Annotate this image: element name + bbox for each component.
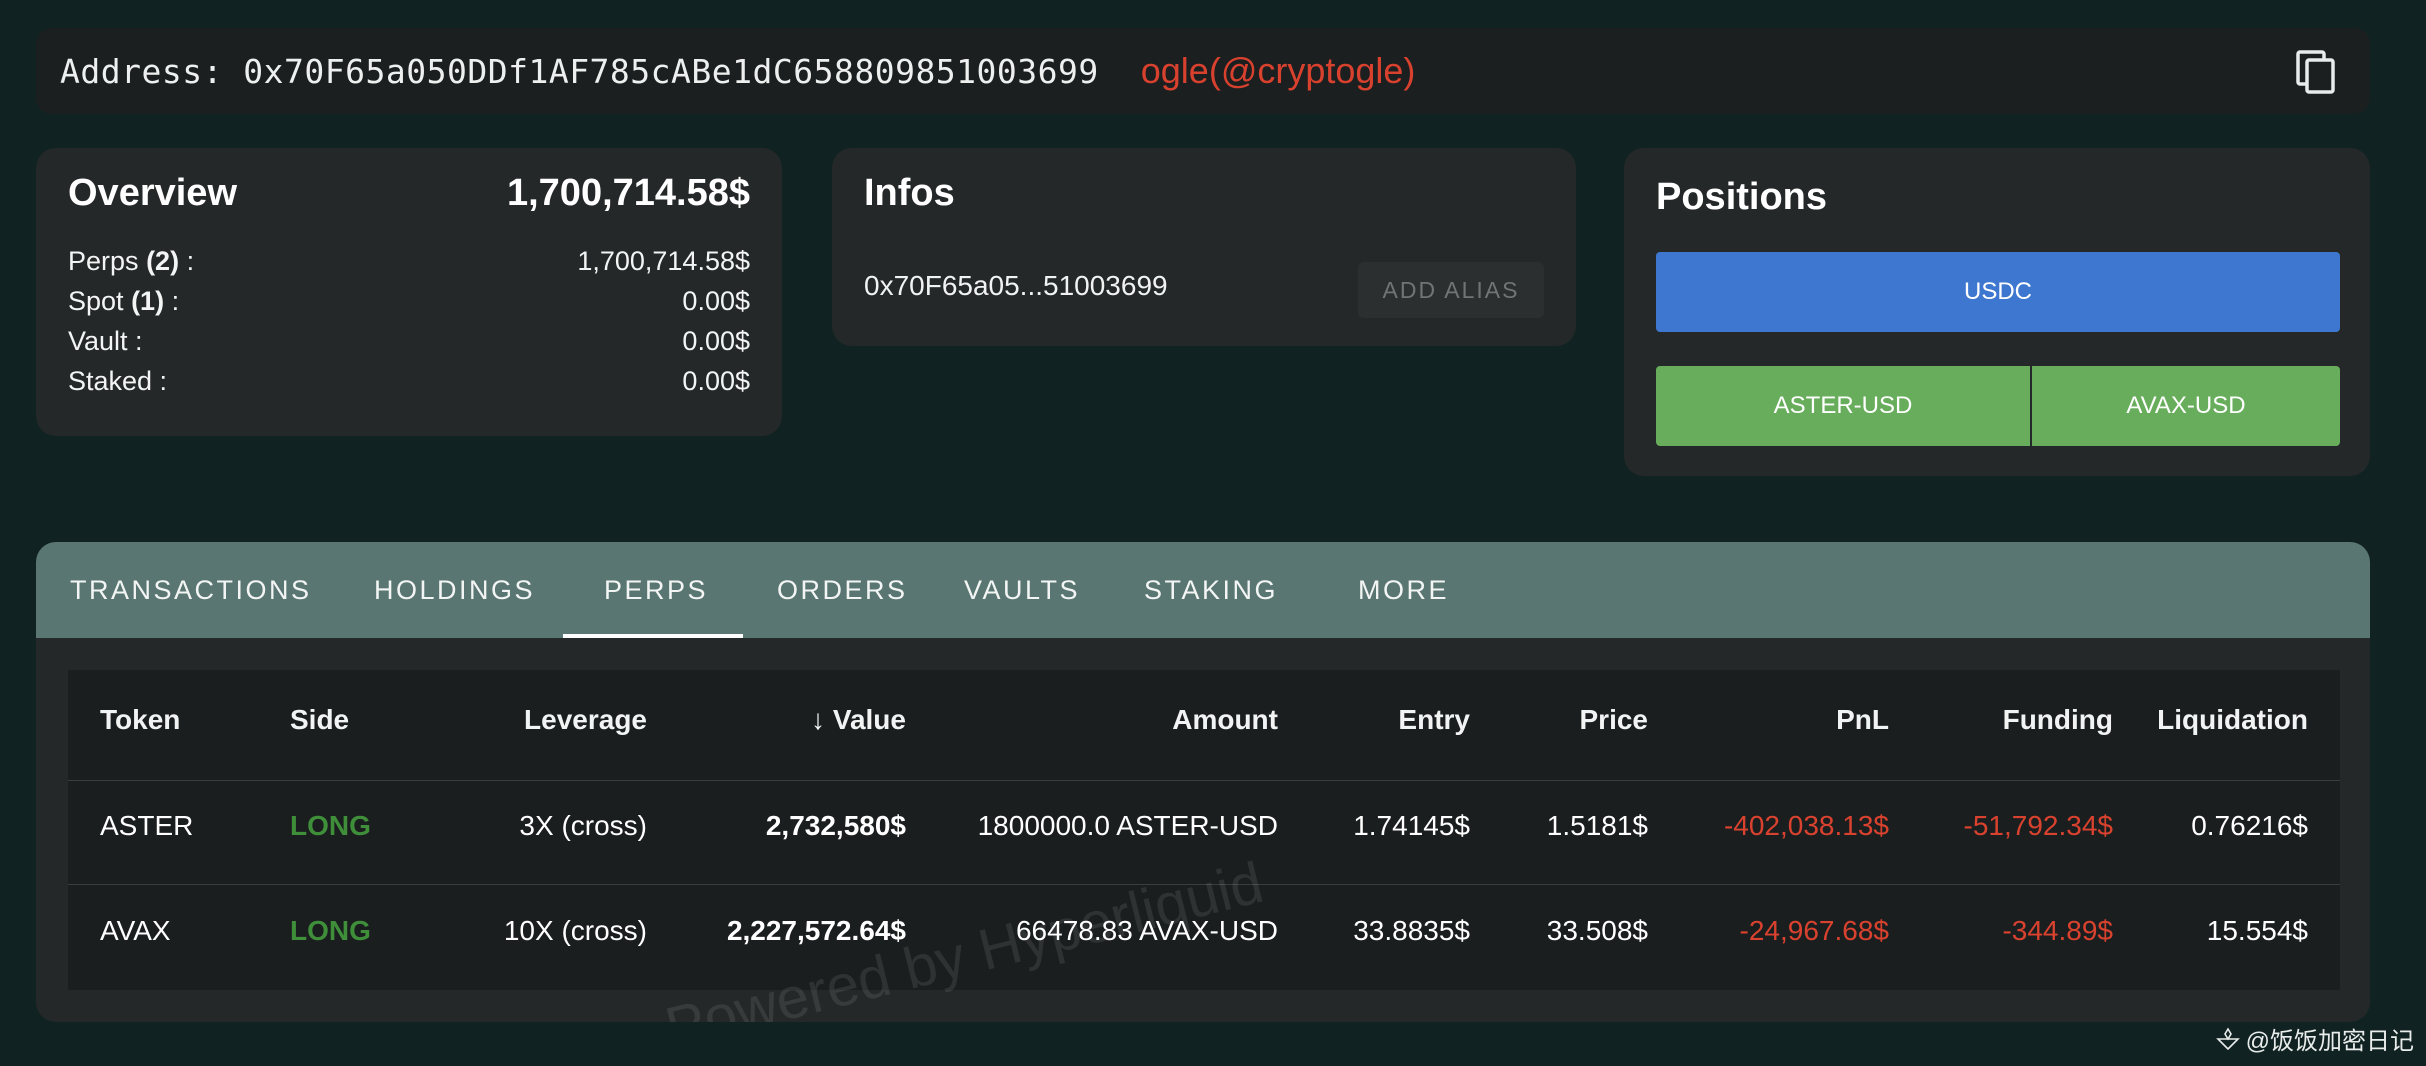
cell-value: 2,227,572.64$ <box>726 915 906 946</box>
cell-funding: -51,792.34$ <box>1963 810 2113 841</box>
perps-table: Token Side Leverage ↓ Value Amount Entry… <box>68 670 2340 1022</box>
row-divider <box>68 780 2340 781</box>
diamond-logo-icon <box>2215 1026 2240 1050</box>
row-value: 1,700,714.58$ <box>577 246 750 276</box>
cell-funding: -344.89$ <box>2002 915 2113 946</box>
cell-side: LONG <box>290 915 371 946</box>
short-address: 0x70F65a05...51003699 <box>864 270 1168 301</box>
cell-token: ASTER <box>100 810 194 841</box>
infos-title: Infos <box>864 172 955 214</box>
tab-more[interactable]: MORE <box>1358 542 1449 638</box>
corner-watermark: @饭饭加密日记 <box>2215 1021 2414 1056</box>
main-panel: TRANSACTIONS HOLDINGS PERPS ORDERS VAULT… <box>36 542 2370 1022</box>
position-usdc-button[interactable]: USDC <box>1656 252 2340 332</box>
cell-value: 2,732,580$ <box>765 810 906 841</box>
tab-perps[interactable]: PERPS <box>604 542 708 638</box>
cell-leverage: 10X (cross) <box>503 915 647 946</box>
cell-token: AVAX <box>100 915 171 946</box>
corner-watermark-text: @饭饭加密日记 <box>2245 1028 2414 1055</box>
header-side[interactable]: Side <box>290 704 349 736</box>
row-label: Staked : <box>68 366 168 396</box>
address-alias: ogle(@cryptogle) <box>1140 50 1416 91</box>
header-value-label: Value <box>832 704 906 735</box>
position-aster-button[interactable]: ASTER-USD <box>1656 366 2030 446</box>
row-value: 0.00$ <box>682 326 750 356</box>
wallet-address: Address: 0x70F65a050DDf1AF785cABe1dC6588… <box>60 51 1099 91</box>
tab-orders[interactable]: ORDERS <box>777 542 908 638</box>
row-value: 0.00$ <box>682 286 750 316</box>
overview-row-vault: Vault : 0.00$ <box>68 326 750 362</box>
sort-arrow-icon: ↓ <box>811 704 826 735</box>
cell-price: 1.5181$ <box>1546 810 1648 841</box>
tab-bar: TRANSACTIONS HOLDINGS PERPS ORDERS VAULT… <box>36 542 2370 638</box>
row-count: (2) <box>146 246 180 276</box>
tab-transactions[interactable]: TRANSACTIONS <box>70 542 312 638</box>
header-pnl[interactable]: PnL <box>1836 704 1889 736</box>
header-leverage[interactable]: Leverage <box>524 704 647 736</box>
cell-pnl: -24,967.68$ <box>1739 915 1889 946</box>
cell-amount: 1800000.0 ASTER-USD <box>977 810 1278 841</box>
add-alias-button[interactable]: ADD ALIAS <box>1358 262 1544 318</box>
row-count: (1) <box>131 286 165 316</box>
overview-card: Overview 1,700,714.58$ Perps (2) : 1,700… <box>36 148 782 436</box>
position-avax-button[interactable]: AVAX-USD <box>2032 366 2340 446</box>
cell-price: 33.508$ <box>1546 915 1648 946</box>
header-price[interactable]: Price <box>1580 704 1649 736</box>
copy-icon[interactable] <box>2292 48 2340 96</box>
active-tab-indicator <box>563 634 743 638</box>
overview-row-perps: Perps (2) : 1,700,714.58$ <box>68 246 750 282</box>
address-bar: Address: 0x70F65a050DDf1AF785cABe1dC6588… <box>36 28 2370 114</box>
tab-holdings[interactable]: HOLDINGS <box>374 542 535 638</box>
cell-entry: 33.8835$ <box>1353 915 1470 946</box>
header-liquidation[interactable]: Liquidation <box>2157 704 2308 736</box>
cell-side: LONG <box>290 810 371 841</box>
cell-liquidation: 15.554$ <box>2206 915 2308 946</box>
header-entry[interactable]: Entry <box>1398 704 1470 736</box>
overview-total: 1,700,714.58$ <box>506 172 750 214</box>
row-divider <box>68 884 2340 885</box>
overview-title: Overview <box>68 172 237 214</box>
tab-staking[interactable]: STAKING <box>1144 542 1278 638</box>
tab-vaults[interactable]: VAULTS <box>964 542 1080 638</box>
row-label: Vault : <box>68 326 143 356</box>
cell-amount: 66478.83 AVAX-USD <box>1015 915 1278 946</box>
row-label: Perps <box>68 246 139 276</box>
header-amount[interactable]: Amount <box>1172 704 1278 736</box>
positions-title: Positions <box>1656 176 1828 218</box>
header-value[interactable]: ↓ Value <box>811 704 906 736</box>
overview-row-spot: Spot (1) : 0.00$ <box>68 286 750 322</box>
header-token[interactable]: Token <box>100 704 180 736</box>
cell-leverage: 3X (cross) <box>519 810 647 841</box>
overview-row-staked: Staked : 0.00$ <box>68 366 750 402</box>
header-funding[interactable]: Funding <box>2003 704 2113 736</box>
row-label: Spot <box>68 286 124 316</box>
row-value: 0.00$ <box>682 366 750 396</box>
cell-entry: 1.74145$ <box>1353 810 1470 841</box>
cell-liquidation: 0.76216$ <box>2191 810 2308 841</box>
cell-pnl: -402,038.13$ <box>1723 810 1889 841</box>
